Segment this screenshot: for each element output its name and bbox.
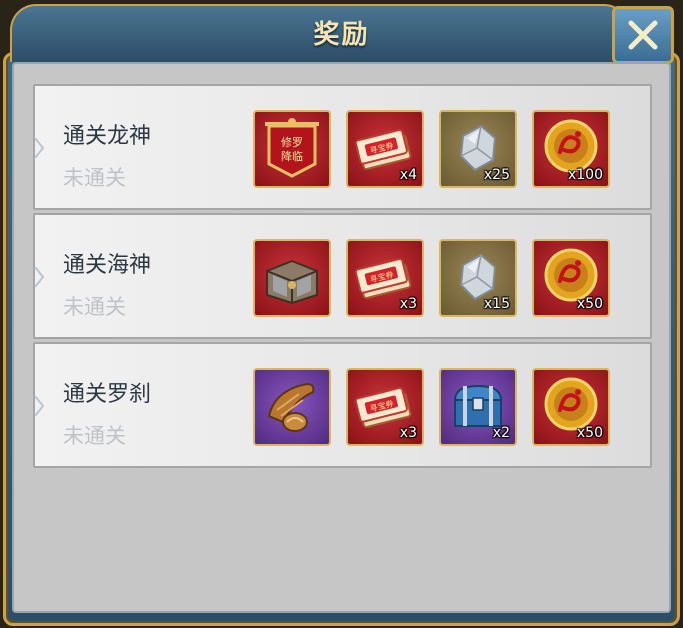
reward-slot[interactable]: 修罗 降临 bbox=[253, 110, 331, 188]
reward-dialog: 奖励 通关龙神 未通关 修罗 降临 寻宝券 x4 x25 x100 通关海神 未… bbox=[0, 0, 683, 628]
row-notch-icon bbox=[34, 138, 45, 158]
reward-row-dragon-god: 通关龙神 未通关 修罗 降临 寻宝券 x4 x25 x100 bbox=[33, 84, 652, 210]
iron-chest-icon bbox=[266, 259, 318, 305]
reward-qty: x3 bbox=[399, 296, 417, 312]
reward-slot[interactable]: x50 bbox=[532, 368, 610, 446]
reward-qty: x50 bbox=[576, 296, 603, 312]
row-notch-icon bbox=[34, 396, 45, 416]
close-button[interactable] bbox=[612, 6, 674, 64]
row-status: 未通关 bbox=[63, 424, 126, 448]
reward-row-sea-god: 通关海神 未通关 寻宝券 x3 x15 x50 bbox=[33, 213, 652, 339]
food-horn-icon bbox=[267, 382, 315, 432]
row-title: 通关罗刹 bbox=[63, 382, 152, 407]
row-status: 未通关 bbox=[63, 166, 126, 190]
reward-qty: x2 bbox=[492, 425, 510, 441]
reward-slot[interactable]: x25 bbox=[439, 110, 517, 188]
dialog-title: 奖励 bbox=[313, 20, 370, 50]
row-title: 通关龙神 bbox=[63, 124, 152, 149]
row-title: 通关海神 bbox=[63, 253, 152, 278]
reward-qty: x4 bbox=[399, 167, 417, 183]
reward-slot[interactable]: x50 bbox=[532, 239, 610, 317]
reward-qty: x15 bbox=[483, 296, 510, 312]
reward-qty: x3 bbox=[399, 425, 417, 441]
banner-line-1: 修罗 bbox=[281, 135, 303, 149]
row-notch-icon bbox=[34, 267, 45, 287]
close-icon bbox=[628, 20, 658, 50]
asura-banner-icon: 修罗 降临 bbox=[265, 118, 319, 178]
reward-slot[interactable] bbox=[253, 368, 331, 446]
reward-slot[interactable]: x100 bbox=[532, 110, 610, 188]
reward-row-rakshasa: 通关罗刹 未通关 寻宝券 x3 x2 x50 bbox=[33, 342, 652, 468]
banner-line-2: 降临 bbox=[281, 149, 303, 163]
reward-qty: x25 bbox=[483, 167, 510, 183]
reward-slot[interactable]: x2 bbox=[439, 368, 517, 446]
reward-slot[interactable]: 寻宝券 x4 bbox=[346, 110, 424, 188]
row-status: 未通关 bbox=[63, 295, 126, 319]
reward-slot[interactable] bbox=[253, 239, 331, 317]
reward-slot[interactable]: 寻宝券 x3 bbox=[346, 368, 424, 446]
reward-slot[interactable]: 寻宝券 x3 bbox=[346, 239, 424, 317]
reward-slot[interactable]: x15 bbox=[439, 239, 517, 317]
reward-qty: x50 bbox=[576, 425, 603, 441]
reward-qty: x100 bbox=[567, 167, 603, 183]
